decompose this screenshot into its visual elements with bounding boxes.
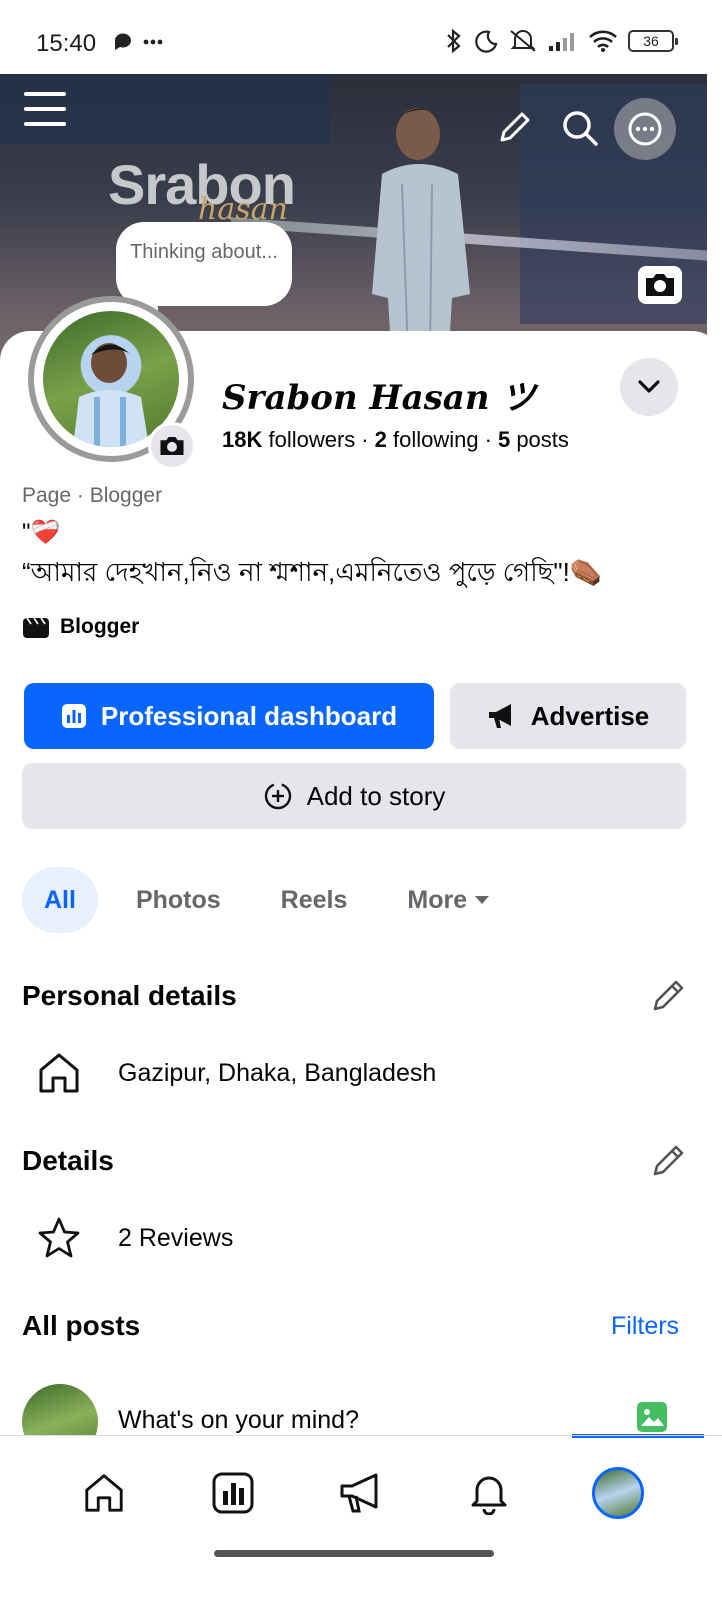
bio-line-1: "❤️‍🩹 xyxy=(22,519,61,546)
menu-icon-line xyxy=(24,92,66,96)
megaphone-icon xyxy=(340,1473,378,1513)
bottom-nav-divider xyxy=(0,1435,722,1436)
home-indicator xyxy=(214,1550,494,1557)
dashboard-icon xyxy=(61,704,86,728)
chevron-down-icon xyxy=(638,380,660,393)
followers-label: followers xyxy=(268,427,356,452)
nav-dashboard[interactable] xyxy=(203,1463,263,1523)
clapperboard-icon xyxy=(23,617,49,638)
professional-dashboard-label: Professional dashboard xyxy=(100,700,398,731)
edit-details-button[interactable] xyxy=(650,1143,686,1179)
post-composer[interactable]: What's on your mind? xyxy=(0,1384,722,1436)
moon-icon xyxy=(475,30,498,53)
cover-camera-button[interactable] xyxy=(638,266,682,304)
reviews-text: 2 Reviews xyxy=(118,1223,234,1252)
avatar-camera-button[interactable] xyxy=(148,422,196,470)
menu-icon-line xyxy=(24,107,66,111)
menu-icon-line xyxy=(24,122,66,126)
following-label: following xyxy=(393,427,479,452)
profile-switch-button[interactable] xyxy=(620,358,678,416)
tab-reels[interactable]: Reels xyxy=(259,867,370,933)
professional-dashboard-button[interactable]: Professional dashboard xyxy=(24,683,434,749)
followers-link[interactable]: 18K followers xyxy=(222,427,355,452)
thinking-bubble[interactable]: Thinking about... xyxy=(116,222,292,316)
add-to-story-label: Add to story xyxy=(306,780,446,811)
separator-dot: · xyxy=(484,427,492,452)
advertise-label: Advertise xyxy=(530,700,650,731)
mute-icon xyxy=(510,30,536,52)
camera-icon xyxy=(160,436,184,456)
following-count: 2 xyxy=(374,427,387,452)
pencil-icon xyxy=(653,980,684,1011)
advertise-button[interactable]: Advertise xyxy=(450,683,686,749)
nav-profile[interactable] xyxy=(588,1463,648,1523)
wifi-icon xyxy=(589,30,617,52)
location-text: Gazipur, Dhaka, Bangladesh xyxy=(118,1058,437,1087)
profile-tabs: All Photos Reels More xyxy=(22,867,529,933)
tab-all[interactable]: All xyxy=(22,867,98,933)
messenger-icon xyxy=(112,32,164,58)
personal-details-title: Personal details xyxy=(22,980,237,1011)
cover-person xyxy=(372,108,470,364)
search-button[interactable] xyxy=(558,106,602,150)
posts-count: 5 xyxy=(497,427,511,452)
add-circle-icon xyxy=(264,782,291,810)
location-row: Gazipur, Dhaka, Bangladesh xyxy=(36,1050,436,1096)
tab-photos[interactable]: Photos xyxy=(114,867,243,933)
signal-icon xyxy=(549,33,574,51)
bottom-navigation xyxy=(0,1438,722,1548)
followers-count: 18K xyxy=(222,427,263,452)
add-to-story-button[interactable]: Add to story xyxy=(22,763,686,829)
category-row: Blogger xyxy=(22,615,139,639)
bio-line-2: “আমার দেহখান,নিও না শ্মশান,এমনিতেও পুড়ে… xyxy=(22,557,603,587)
status-bar: 15:40 36 xyxy=(0,0,722,74)
composer-placeholder: What's on your mind? xyxy=(118,1406,359,1434)
more-icon xyxy=(628,112,662,146)
nav-home[interactable] xyxy=(74,1463,134,1523)
details-title: Details xyxy=(22,1145,114,1176)
reviews-row[interactable]: 2 Reviews xyxy=(36,1215,233,1261)
posts-label: posts xyxy=(516,427,569,452)
tab-more[interactable]: More xyxy=(385,867,513,933)
filters-button[interactable]: Filters xyxy=(611,1312,679,1341)
star-icon xyxy=(38,1217,80,1258)
category-label: Blogger xyxy=(60,615,140,638)
all-posts-title: All posts xyxy=(22,1310,141,1341)
nav-ads[interactable] xyxy=(331,1463,391,1523)
page-type: Page · Blogger xyxy=(22,484,163,507)
bluetooth-icon xyxy=(447,28,461,54)
home-icon xyxy=(85,1474,123,1512)
caret-down-icon xyxy=(475,896,490,904)
nav-notifications[interactable] xyxy=(459,1463,519,1523)
posts-link[interactable]: 5 posts xyxy=(498,427,569,452)
edit-personal-details-button[interactable] xyxy=(650,978,686,1014)
more-options-button[interactable] xyxy=(614,98,676,160)
status-time: 15:40 xyxy=(36,30,97,57)
home-icon xyxy=(39,1053,79,1093)
menu-button[interactable] xyxy=(24,92,66,128)
tab-more-label: More xyxy=(407,885,468,914)
bell-icon xyxy=(471,1476,507,1515)
megaphone-icon xyxy=(488,704,511,728)
status-right: 36 xyxy=(444,28,678,54)
photo-icon[interactable] xyxy=(637,1402,667,1432)
dashboard-icon xyxy=(212,1472,254,1514)
thinking-bubble-text: Thinking about... xyxy=(130,241,278,263)
profile-stats: 18K followers · 2 following · 5 posts xyxy=(222,427,569,453)
separator-dot: · xyxy=(361,427,369,452)
pencil-icon xyxy=(653,1145,684,1176)
profile-name: Srabon Hasan ツ xyxy=(222,378,536,418)
edit-cover-button[interactable] xyxy=(494,106,534,150)
following-link[interactable]: 2 following xyxy=(375,427,479,452)
nav-profile-avatar xyxy=(591,1467,644,1519)
camera-icon xyxy=(646,274,674,296)
composer-avatar xyxy=(22,1384,98,1436)
pencil-icon xyxy=(500,112,530,142)
battery-indicator: 36 xyxy=(628,30,678,52)
search-icon xyxy=(563,111,598,146)
